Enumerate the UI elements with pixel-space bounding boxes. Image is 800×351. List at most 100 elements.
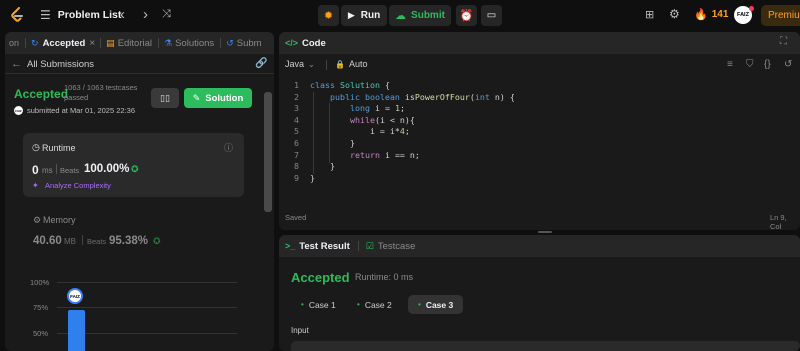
lock-icon: 🔒 xyxy=(335,59,345,69)
code-line: } xyxy=(310,172,315,183)
auto-mode-toggle[interactable]: 🔒 Auto xyxy=(335,59,367,69)
editorial-toggle-button[interactable]: ▯▯ xyxy=(151,88,179,108)
debug-button[interactable]: ✹ xyxy=(318,5,339,26)
tab-editorial[interactable]: Editorial xyxy=(118,38,152,49)
chevron-left-icon[interactable]: ‹ xyxy=(120,6,125,23)
case-label: Case 3 xyxy=(425,299,454,310)
distribution-bar[interactable] xyxy=(68,310,85,351)
leetcode-logo[interactable] xyxy=(10,7,26,23)
resize-handle[interactable] xyxy=(538,231,552,233)
play-icon: ▶ xyxy=(347,10,355,20)
all-submissions-label: All Submissions xyxy=(27,58,95,70)
cloud-upload-icon: ☁ xyxy=(395,10,407,22)
memory-beats-divider xyxy=(82,235,83,245)
code-header: </> Code xyxy=(279,32,800,54)
premium-button[interactable]: Premiu xyxy=(761,5,800,26)
code-line: i = i*4; xyxy=(310,126,410,137)
memory-beats-value: 95.38% xyxy=(109,235,149,247)
history-icon: ↺ xyxy=(226,37,234,48)
tick-label: 100% xyxy=(30,278,50,287)
shuffle-icon[interactable]: ⤨ xyxy=(162,8,171,21)
memory-unit: MB xyxy=(64,237,76,246)
badge-icon: ✪ xyxy=(131,164,139,174)
code-panel: </> Code ⛶ Java ⌄ 🔒 Auto ≡ ⛉ {} ↺ 1 2 3 … xyxy=(279,32,800,230)
test-result-panel: >_ Test Result ☑ Testcase Accepted Runti… xyxy=(279,235,800,351)
divider xyxy=(158,38,160,48)
submission-time: submitted at Mar 01, 2025 22:36 xyxy=(27,106,135,115)
test-status: Accepted xyxy=(291,270,350,285)
memory-beats-label: Beats xyxy=(87,237,107,246)
runtime-card[interactable]: ◷ Runtime ⓘ 0 ms Beats 100.00% ✪ ✦ Analy… xyxy=(23,133,244,197)
format-icon[interactable]: ≡ xyxy=(727,59,733,70)
note-icon: ▭ xyxy=(486,10,497,21)
runtime-unit: ms xyxy=(42,166,53,175)
memory-badge-icon: ✪ xyxy=(153,236,161,246)
run-label: Run xyxy=(360,10,381,21)
tab-testcase[interactable]: Testcase xyxy=(378,241,416,252)
clock-icon: ◷ xyxy=(32,142,40,152)
tab-test-result[interactable]: Test Result xyxy=(299,241,350,252)
maximize-icon[interactable]: ⛶ xyxy=(780,36,787,47)
notification-dot xyxy=(749,6,754,11)
case-tab-2[interactable]: • Case 2 xyxy=(347,295,402,314)
code-line: return i == n; xyxy=(349,149,420,160)
run-button[interactable]: ▶ Run xyxy=(341,5,387,26)
submission-panel: on ↻ Accepted × ▤ Editorial ⚗ Solutions … xyxy=(5,32,274,351)
bug-icon: ✹ xyxy=(323,10,334,22)
flask-icon: ⚗ xyxy=(164,37,173,48)
analyze-complexity-link[interactable]: Analyze Complexity xyxy=(45,181,111,190)
divider xyxy=(100,38,102,48)
case-label: Case 2 xyxy=(364,299,392,310)
info-icon[interactable]: ⓘ xyxy=(224,141,233,154)
grid-icon[interactable]: ⊞ xyxy=(645,8,654,21)
all-submissions-link[interactable]: ← All Submissions xyxy=(11,58,94,70)
submit-button[interactable]: ☁ Submit xyxy=(389,5,451,26)
checkbox-icon: ☑ xyxy=(365,240,374,251)
testcase-count-line2: passed xyxy=(64,93,89,102)
line-number: 2 xyxy=(294,91,299,102)
line-number: 9 xyxy=(294,172,299,183)
link-icon[interactable]: 🔗 xyxy=(255,58,267,69)
language-value: Java xyxy=(285,59,305,69)
line-number: 8 xyxy=(294,161,299,172)
code-editor[interactable]: class Solution { public boolean isPowerO… xyxy=(310,80,790,184)
chart-avatar-label: FAIZ xyxy=(70,293,80,299)
braces-icon[interactable]: {} xyxy=(764,59,771,70)
gridline xyxy=(57,307,237,308)
case-pass-dot: • xyxy=(357,300,360,309)
sparkle-icon: ✦ xyxy=(32,181,39,190)
tab-solutions[interactable]: Solutions xyxy=(175,38,214,49)
code-line: } xyxy=(310,161,335,172)
solution-button[interactable]: ✎ Solution xyxy=(184,88,252,108)
memory-value: 40.60 xyxy=(33,235,62,247)
notes-button[interactable]: ▭ xyxy=(481,5,502,26)
reset-icon[interactable]: ↺ xyxy=(784,59,792,70)
timer-button[interactable]: ⏰ xyxy=(456,5,477,26)
case-pass-dot: • xyxy=(301,300,304,309)
close-icon[interactable]: × xyxy=(89,38,95,49)
case-tab-3[interactable]: • Case 3 xyxy=(408,295,464,314)
gear-icon[interactable]: ⚙ xyxy=(669,7,680,21)
bookmark-icon[interactable]: ⛉ xyxy=(746,59,754,70)
code-line: public boolean isPowerOfFour(int n) { xyxy=(329,91,515,102)
code-title: Code xyxy=(302,37,326,49)
case-tab-1[interactable]: • Case 1 xyxy=(291,295,346,314)
chevron-right-icon[interactable]: › xyxy=(143,6,148,23)
language-select[interactable]: Java ⌄ xyxy=(285,59,315,69)
tab-accepted[interactable]: Accepted xyxy=(43,38,86,49)
list-icon: ☰ xyxy=(40,8,51,22)
toolbar-divider xyxy=(326,60,327,70)
chart-avatar: FAIZ xyxy=(67,288,83,304)
indent-guide xyxy=(329,103,330,163)
submitter-avatar[interactable]: FAIZ xyxy=(14,106,23,115)
problem-list-button[interactable]: ☰ Problem List xyxy=(40,7,121,23)
tab-description[interactable]: on xyxy=(9,38,19,48)
line-number: 4 xyxy=(294,114,299,125)
scrollbar[interactable] xyxy=(264,92,272,212)
runtime-beats-value: 100.00% xyxy=(84,163,130,175)
streak-counter[interactable]: 🔥 141 xyxy=(694,8,728,21)
line-number: 1 xyxy=(294,80,299,90)
top-bar: ☰ Problem List ‹ › ⤨ ✹ ▶ Run ☁ Submit ⏰ … xyxy=(0,0,800,30)
tab-submissions[interactable]: Subm xyxy=(237,38,262,49)
code-line: while(i < n){ xyxy=(349,114,415,125)
